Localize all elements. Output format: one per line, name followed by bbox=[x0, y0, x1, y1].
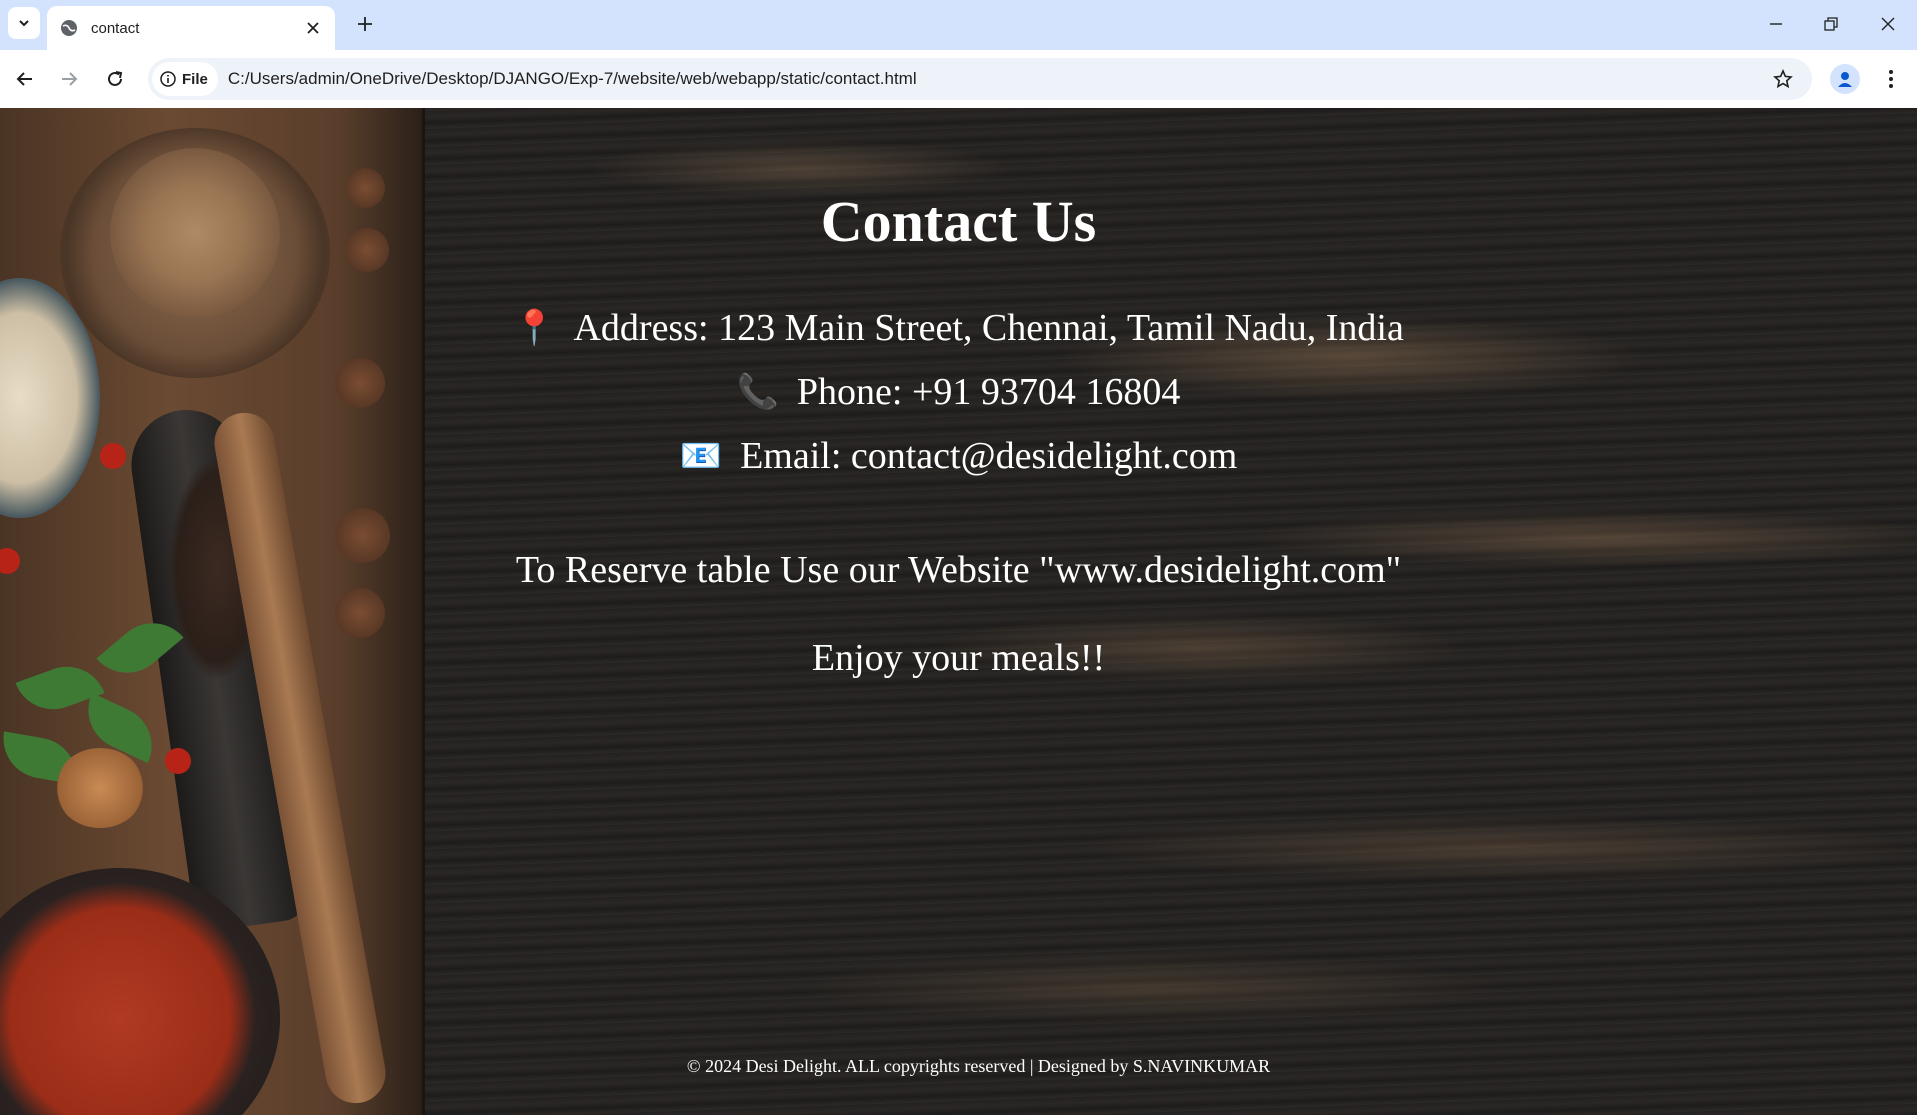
star-icon bbox=[1773, 69, 1793, 89]
url-text[interactable]: C:/Users/admin/OneDrive/Desktop/DJANGO/E… bbox=[228, 69, 1766, 89]
phone-icon: 📞 bbox=[736, 372, 779, 412]
minimize-icon bbox=[1770, 23, 1782, 25]
browser-tab[interactable]: contact bbox=[47, 6, 335, 50]
tab-close-button[interactable] bbox=[301, 16, 325, 40]
address-line: 📍 Address: 123 Main Street, Chennai, Tam… bbox=[425, 306, 1492, 350]
tab-search-button[interactable] bbox=[8, 7, 40, 39]
new-tab-button[interactable] bbox=[351, 10, 379, 38]
restore-button[interactable] bbox=[1811, 8, 1851, 40]
browser-menu-button[interactable] bbox=[1876, 64, 1906, 94]
kebab-menu-icon bbox=[1889, 70, 1893, 88]
back-arrow-icon bbox=[16, 72, 32, 86]
forward-arrow-icon bbox=[62, 72, 78, 86]
pin-icon: 📍 bbox=[513, 308, 556, 348]
chevron-down-icon bbox=[19, 20, 29, 27]
close-icon bbox=[1881, 17, 1895, 31]
info-icon bbox=[160, 71, 176, 87]
restore-icon bbox=[1824, 17, 1838, 31]
spice-background-image bbox=[0, 108, 425, 1115]
email-icon: 📧 bbox=[679, 436, 723, 476]
phone-text: Phone: +91 93704 16804 bbox=[796, 371, 1181, 413]
forward-button[interactable] bbox=[52, 62, 86, 96]
close-window-button[interactable] bbox=[1868, 8, 1908, 40]
page-title: Contact Us bbox=[820, 189, 1097, 254]
minimize-button[interactable] bbox=[1756, 8, 1796, 40]
address-text: Address: 123 Main Street, Chennai, Tamil… bbox=[573, 307, 1404, 349]
site-info-chip[interactable]: File bbox=[152, 62, 218, 96]
address-bar[interactable]: File C:/Users/admin/OneDrive/Desktop/DJA… bbox=[148, 58, 1812, 100]
browser-toolbar: File C:/Users/admin/OneDrive/Desktop/DJA… bbox=[0, 50, 1917, 108]
reload-button[interactable] bbox=[98, 62, 132, 96]
footer-text: © 2024 Desi Delight. ALL copyrights rese… bbox=[686, 1056, 1271, 1076]
bookmark-button[interactable] bbox=[1766, 62, 1800, 96]
reload-icon bbox=[108, 71, 123, 86]
globe-icon bbox=[59, 18, 79, 38]
profile-icon bbox=[1838, 72, 1852, 87]
site-chip-label: File bbox=[182, 70, 208, 88]
reserve-text: To Reserve table Use our Website "www.de… bbox=[515, 549, 1402, 591]
tab-title: contact bbox=[91, 19, 140, 37]
email-text: Email: contact@desidelight.com bbox=[740, 435, 1238, 477]
close-icon bbox=[307, 22, 319, 34]
profile-button[interactable] bbox=[1830, 64, 1860, 94]
page-viewport: Contact Us 📍 Address: 123 Main Street, C… bbox=[0, 108, 1917, 1115]
plus-icon bbox=[358, 17, 372, 31]
tab-strip: contact bbox=[0, 0, 1917, 50]
email-line: 📧 Email: contact@desidelight.com bbox=[425, 434, 1492, 478]
back-button[interactable] bbox=[8, 62, 42, 96]
enjoy-text: Enjoy your meals!! bbox=[811, 637, 1106, 679]
phone-line: 📞 Phone: +91 93704 16804 bbox=[425, 370, 1492, 414]
